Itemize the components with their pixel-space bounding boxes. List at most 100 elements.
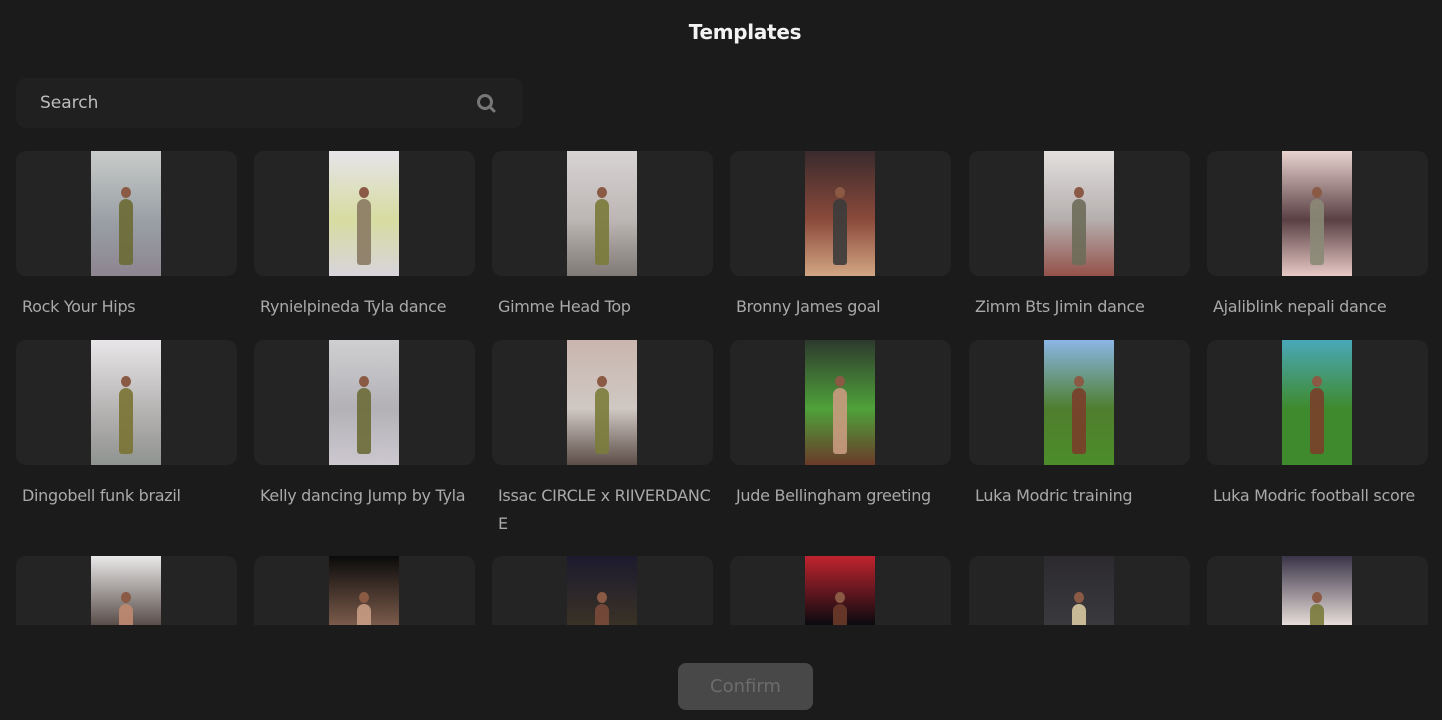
template-card[interactable]: Ajaliblink nepali dance bbox=[1207, 151, 1428, 321]
template-card[interactable]: Issac CIRCLE x RIIVERDANCE bbox=[492, 340, 713, 538]
template-card[interactable]: Kelly dancing Jump by Tyla bbox=[254, 340, 475, 510]
figure-head bbox=[359, 592, 369, 603]
figure-head bbox=[835, 376, 845, 387]
template-thumbnail[interactable] bbox=[16, 151, 237, 276]
template-card[interactable]: Gimme Head Top bbox=[492, 151, 713, 321]
figure-silhouette bbox=[357, 388, 371, 454]
figure-silhouette bbox=[833, 604, 847, 625]
search-icon[interactable] bbox=[476, 93, 496, 113]
template-preview-image bbox=[1282, 556, 1352, 625]
figure-silhouette bbox=[595, 604, 609, 625]
figure-silhouette bbox=[119, 199, 133, 265]
figure-silhouette bbox=[1072, 388, 1086, 454]
template-preview-image bbox=[91, 151, 161, 276]
template-thumbnail[interactable] bbox=[492, 556, 713, 625]
template-card[interactable] bbox=[969, 556, 1190, 625]
template-thumbnail[interactable] bbox=[730, 556, 951, 625]
template-preview-image bbox=[1044, 556, 1114, 625]
search-input[interactable] bbox=[16, 78, 456, 128]
template-thumbnail[interactable] bbox=[730, 151, 951, 276]
figure-head bbox=[1312, 187, 1322, 198]
template-preview-image bbox=[805, 151, 875, 276]
template-title: Bronny James goal bbox=[736, 297, 881, 316]
template-thumbnail[interactable] bbox=[254, 151, 475, 276]
figure-silhouette bbox=[119, 604, 133, 625]
template-preview-image bbox=[329, 340, 399, 465]
figure-head bbox=[121, 187, 131, 198]
figure-silhouette bbox=[1310, 388, 1324, 454]
template-thumbnail[interactable] bbox=[969, 340, 1190, 465]
template-thumbnail[interactable] bbox=[969, 556, 1190, 625]
figure-head bbox=[1074, 376, 1084, 387]
template-thumbnail[interactable] bbox=[1207, 556, 1428, 625]
figure-silhouette bbox=[595, 388, 609, 454]
template-title: Dingobell funk brazil bbox=[22, 486, 181, 505]
template-preview-image bbox=[1282, 151, 1352, 276]
confirm-button[interactable]: Confirm bbox=[678, 663, 813, 710]
template-thumbnail[interactable] bbox=[492, 340, 713, 465]
figure-silhouette bbox=[1310, 199, 1324, 265]
template-title: Luka Modric training bbox=[975, 486, 1133, 505]
template-thumbnail[interactable] bbox=[1207, 340, 1428, 465]
template-preview-image bbox=[805, 556, 875, 625]
template-title: Jude Bellingham greeting bbox=[736, 486, 931, 505]
figure-head bbox=[1074, 592, 1084, 603]
template-title: Gimme Head Top bbox=[498, 297, 631, 316]
template-card[interactable]: Jude Bellingham greeting bbox=[730, 340, 951, 510]
figure-silhouette bbox=[1072, 199, 1086, 265]
template-thumbnail[interactable] bbox=[492, 151, 713, 276]
template-preview-image bbox=[329, 151, 399, 276]
template-thumbnail[interactable] bbox=[254, 556, 475, 625]
template-preview-image bbox=[567, 151, 637, 276]
template-grid[interactable]: Rock Your Hips Rynielpineda Tyla dance Gim… bbox=[0, 150, 1442, 625]
template-thumbnail[interactable] bbox=[16, 340, 237, 465]
template-thumbnail[interactable] bbox=[254, 340, 475, 465]
template-thumbnail[interactable] bbox=[1207, 151, 1428, 276]
figure-head bbox=[1312, 376, 1322, 387]
figure-head bbox=[359, 187, 369, 198]
template-card[interactable]: Dingobell funk brazil bbox=[16, 340, 237, 510]
template-title: Kelly dancing Jump by Tyla bbox=[260, 486, 466, 505]
template-title: Zimm Bts Jimin dance bbox=[975, 297, 1145, 316]
template-title: Issac CIRCLE x RIIVERDANCE bbox=[498, 486, 711, 533]
template-preview-image bbox=[329, 556, 399, 625]
figure-head bbox=[597, 592, 607, 603]
template-card[interactable]: Luka Modric training bbox=[969, 340, 1190, 510]
figure-silhouette bbox=[357, 199, 371, 265]
figure-silhouette bbox=[357, 604, 371, 625]
search-bar bbox=[16, 78, 523, 128]
figure-head bbox=[359, 376, 369, 387]
figure-head bbox=[121, 592, 131, 603]
template-card[interactable]: Rynielpineda Tyla dance bbox=[254, 151, 475, 321]
template-card[interactable]: Rock Your Hips bbox=[16, 151, 237, 321]
template-card[interactable] bbox=[1207, 556, 1428, 625]
figure-head bbox=[1312, 592, 1322, 603]
figure-head bbox=[121, 376, 131, 387]
template-preview-image bbox=[567, 556, 637, 625]
template-title: Rynielpineda Tyla dance bbox=[260, 297, 447, 316]
template-title: Luka Modric football score bbox=[1213, 486, 1415, 505]
figure-head bbox=[1074, 187, 1084, 198]
template-preview-image bbox=[91, 556, 161, 625]
template-preview-image bbox=[1282, 340, 1352, 465]
figure-silhouette bbox=[833, 388, 847, 454]
template-card[interactable] bbox=[254, 556, 475, 625]
template-card[interactable] bbox=[730, 556, 951, 625]
template-thumbnail[interactable] bbox=[16, 556, 237, 625]
template-card[interactable]: Luka Modric football score bbox=[1207, 340, 1428, 510]
figure-head bbox=[597, 187, 607, 198]
figure-silhouette bbox=[595, 199, 609, 265]
figure-silhouette bbox=[1310, 604, 1324, 625]
template-card[interactable] bbox=[492, 556, 713, 625]
figure-head bbox=[835, 592, 845, 603]
figure-silhouette bbox=[1072, 604, 1086, 625]
template-preview-image bbox=[567, 340, 637, 465]
template-card[interactable] bbox=[16, 556, 237, 625]
template-thumbnail[interactable] bbox=[969, 151, 1190, 276]
figure-silhouette bbox=[119, 388, 133, 454]
template-preview-image bbox=[1044, 340, 1114, 465]
template-card[interactable]: Bronny James goal bbox=[730, 151, 951, 321]
template-thumbnail[interactable] bbox=[730, 340, 951, 465]
figure-head bbox=[835, 187, 845, 198]
template-card[interactable]: Zimm Bts Jimin dance bbox=[969, 151, 1190, 321]
